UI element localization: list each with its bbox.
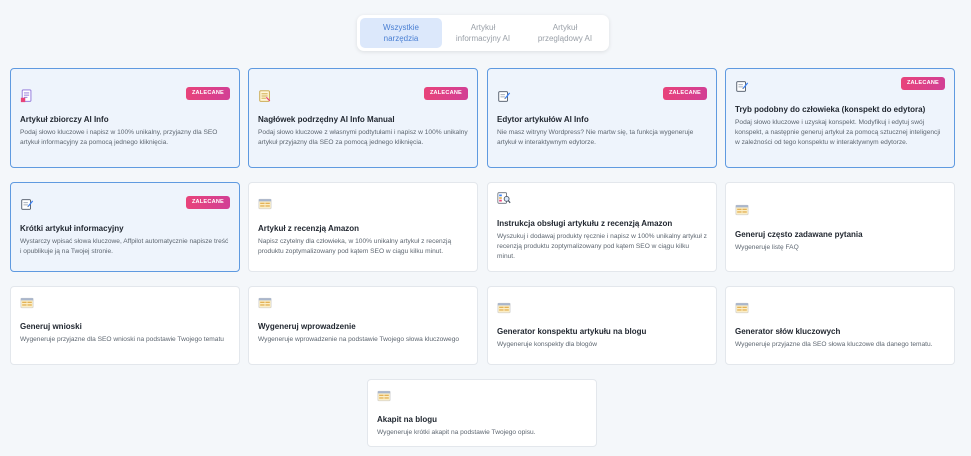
recommended-badge: ZALECANE [900, 77, 945, 90]
tool-card-conclusions[interactable]: Generuj wnioski Wygeneruje przyjazne dla… [10, 286, 240, 365]
tool-category-tabs: Wszystkie narzędzia Artykuł informacyjny… [357, 15, 609, 51]
card-description: Podaj słowo kluczowe z własnymi podtytuł… [258, 129, 468, 146]
card-description: Wygeneruje wprowadzenie na podstawie Two… [258, 336, 460, 343]
recommended-badge: ZALECANE [423, 87, 468, 100]
table-icon [734, 203, 750, 217]
table-icon [19, 296, 35, 310]
card-description: Wygeneruje krótki akapit na podstawie Tw… [377, 429, 536, 436]
card-description: Wygeneruje konspekty dla blogów [497, 341, 598, 348]
tool-card-blog-paragraph[interactable]: Akapit na blogu Wygeneruje krótki akapit… [367, 379, 597, 447]
card-description: Wygeneruje przyjazne dla SEO słowa klucz… [735, 341, 933, 348]
tool-card-keyword-generator[interactable]: Generator słów kluczowych Wygeneruje prz… [725, 286, 955, 365]
tab-all-tools[interactable]: Wszystkie narzędzia [360, 18, 442, 48]
card-description: Wygeneruje listę FAQ [735, 244, 799, 251]
tool-card-short-info-article[interactable]: ZALECANE Krótki artykuł informacyjny Wys… [10, 182, 240, 272]
table-icon [257, 296, 273, 310]
card-title: Artykuł zbiorczy AI Info [20, 115, 109, 124]
tool-card-subheading-manual[interactable]: ZALECANE Nagłówek podrzędny AI Info Manu… [248, 68, 478, 168]
tool-card-introduction[interactable]: Wygeneruj wprowadzenie Wygeneruje wprowa… [248, 286, 478, 365]
tool-card-ai-info-bulk[interactable]: ZALECANE Artykuł zbiorczy AI Info Podaj … [10, 68, 240, 168]
table-icon [496, 301, 512, 315]
edit-icon [496, 89, 512, 103]
card-description: Wystarczy wpisać słowa kluczowe, Affpilo… [20, 238, 229, 255]
tool-card-blog-outline[interactable]: Generator konspektu artykułu na blogu Wy… [487, 286, 717, 365]
card-description: Wygeneruje przyjazne dla SEO wnioski na … [20, 336, 224, 343]
table-icon [734, 301, 750, 315]
card-title: Wygeneruj wprowadzenie [258, 322, 356, 331]
edit-icon [734, 79, 750, 93]
card-title: Akapit na blogu [377, 415, 437, 424]
tool-card-human-like-mode[interactable]: ZALECANE Tryb podobny do człowieka (kons… [725, 68, 955, 168]
card-description: Napisz czytelny dla człowieka, w 100% un… [258, 238, 452, 255]
recommended-badge: ZALECANE [185, 196, 230, 209]
tool-card-faq[interactable]: Generuj często zadawane pytania Wygeneru… [725, 182, 955, 272]
card-title: Generuj wnioski [20, 322, 82, 331]
card-title: Generator konspektu artykułu na blogu [497, 327, 647, 336]
table-icon [257, 197, 273, 211]
tool-card-amazon-review-manual[interactable]: Instrukcja obsługi artykułu z recenzją A… [487, 182, 717, 272]
recommended-badge: ZALECANE [662, 87, 707, 100]
card-title: Edytor artykułów AI Info [497, 115, 589, 124]
card-description: Nie masz witryny Wordpress? Nie martw si… [497, 129, 694, 146]
notepad-icon [257, 89, 273, 103]
card-title: Generator słów kluczowych [735, 327, 841, 336]
card-description: Podaj słowo kluczowe i napisz w 100% uni… [20, 129, 218, 146]
document-icon [19, 89, 35, 103]
card-description: Wyszukuj i dodawaj produkty ręcznie i na… [497, 233, 707, 260]
table-icon [376, 389, 392, 403]
card-description: Podaj słowo kluczowe i uzyskaj konspekt.… [735, 119, 941, 146]
tab-info-article[interactable]: Artykuł informacyjny AI [442, 18, 524, 48]
tool-card-article-editor[interactable]: ZALECANE Edytor artykułów AI Info Nie ma… [487, 68, 717, 168]
edit-icon [19, 197, 35, 211]
card-title: Instrukcja obsługi artykułu z recenzją A… [497, 219, 673, 228]
search-document-icon [496, 191, 512, 205]
recommended-badge: ZALECANE [185, 87, 230, 100]
card-title: Krótki artykuł informacyjny [20, 224, 124, 233]
card-title: Nagłówek podrzędny AI Info Manual [258, 115, 395, 124]
card-title: Tryb podobny do człowieka (konspekt do e… [735, 105, 926, 114]
card-title: Artykuł z recenzją Amazon [258, 224, 360, 233]
tab-review-article[interactable]: Artykuł przeglądowy AI [524, 18, 606, 48]
tool-card-amazon-review[interactable]: Artykuł z recenzją Amazon Napisz czyteln… [248, 182, 478, 272]
card-title: Generuj często zadawane pytania [735, 230, 863, 239]
